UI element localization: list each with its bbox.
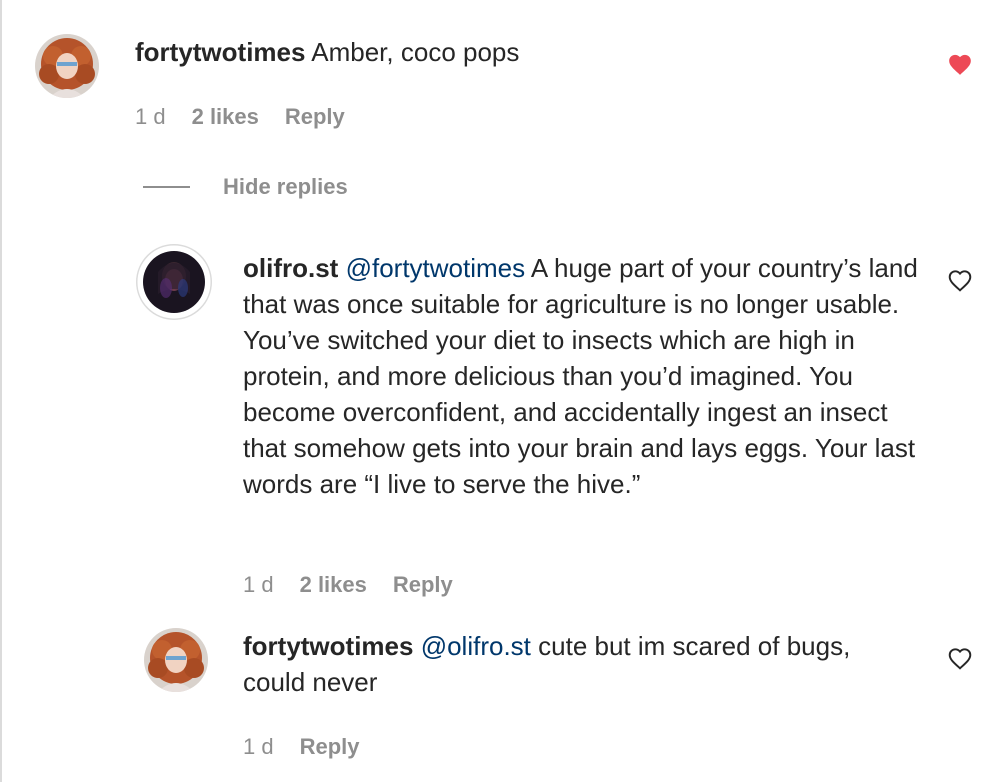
comment-text: fortytwotimes @olifro.st cute but im sca… [243,628,883,700]
comment-text: olifro.st @fortytwotimes A huge part of … [243,250,923,502]
comment-meta: 1 d 2 likes Reply [135,104,345,130]
comment-likes[interactable]: 2 likes [192,104,259,130]
comment-meta: 1 d Reply [243,734,360,760]
avatar[interactable] [35,34,99,98]
left-border [0,0,2,782]
comment-body: A huge part of your country’s land that … [243,253,918,499]
heart-icon-liked[interactable] [947,52,973,76]
comment-username[interactable]: olifro.st [243,253,338,283]
comment-time: 1 d [243,734,274,759]
hide-replies-button[interactable]: Hide replies [143,174,348,200]
comment-username[interactable]: fortytwotimes [243,631,413,661]
heart-icon[interactable] [947,646,973,670]
reply-button[interactable]: Reply [285,104,345,130]
heart-icon[interactable] [947,268,973,292]
hide-replies-label: Hide replies [223,174,348,199]
reply-button[interactable]: Reply [393,572,453,598]
comment-meta: 1 d 2 likes Reply [243,572,453,598]
comment-time: 1 d [243,572,274,597]
avatar-with-story-ring[interactable] [136,244,212,320]
comment-mention[interactable]: @fortytwotimes [346,253,526,283]
avatar[interactable] [144,628,208,692]
comment-text: fortytwotimes Amber, coco pops [135,34,915,70]
hide-replies-line [143,186,190,188]
comment-body: Amber, coco pops [311,37,520,67]
comment-likes[interactable]: 2 likes [300,572,367,598]
comment-time: 1 d [135,104,166,129]
comment-mention[interactable]: @olifro.st [421,631,531,661]
reply-button[interactable]: Reply [300,734,360,760]
comment-username[interactable]: fortytwotimes [135,37,305,67]
